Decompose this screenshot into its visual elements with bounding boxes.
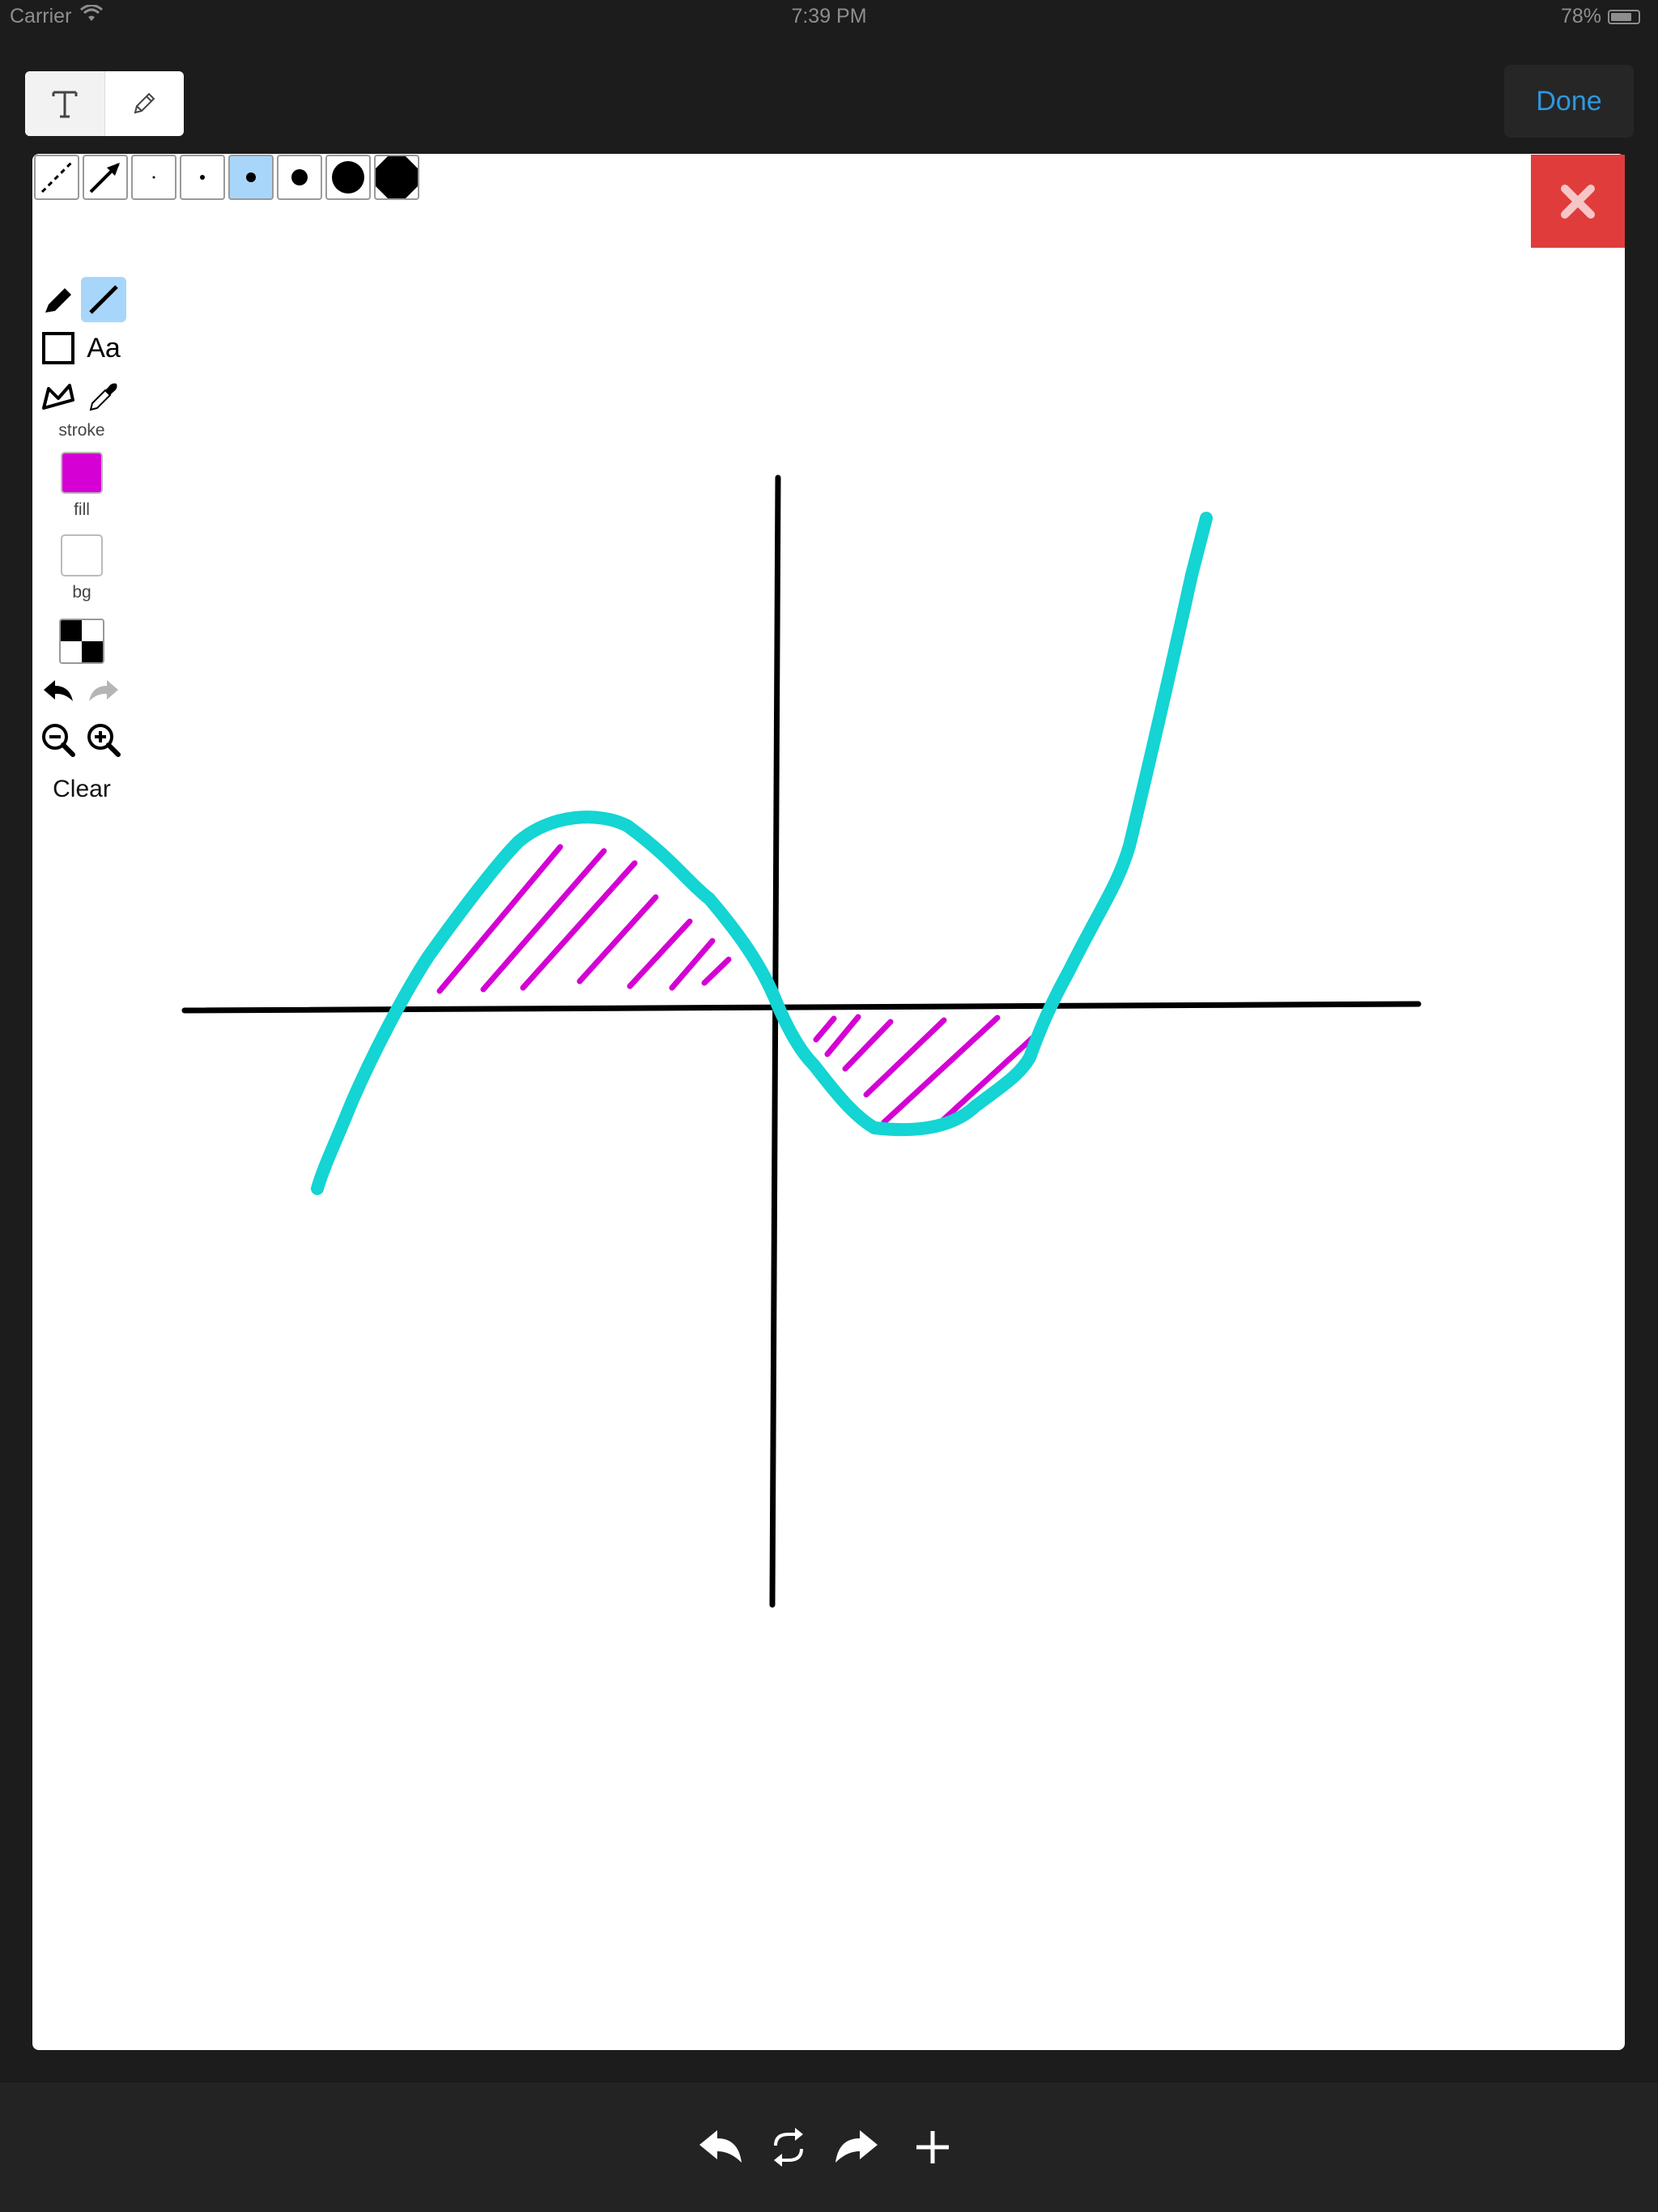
checkerboard-icon [61, 620, 103, 662]
stroke-label: stroke [58, 421, 105, 440]
battery-icon [1608, 9, 1640, 24]
size-xlarge-option[interactable] [325, 155, 371, 200]
drawing-layer[interactable] [32, 154, 1625, 2050]
drawing-canvas[interactable] [32, 154, 1625, 2050]
rectangle-tool[interactable] [36, 325, 81, 371]
text-tool[interactable]: Aa [81, 325, 126, 371]
y-axis-stroke [769, 474, 781, 1608]
stroke-size-bar [34, 155, 423, 200]
close-button[interactable] [1531, 155, 1625, 248]
hatch-strokes [436, 844, 1043, 1125]
pencil-tool-icon [45, 288, 71, 313]
eyedropper-tool[interactable] [81, 374, 126, 419]
bg-color-swatch[interactable] [61, 534, 103, 576]
close-icon [1561, 184, 1595, 219]
undo-icon [699, 2130, 742, 2163]
small-dot-icon [200, 175, 205, 180]
xlarge-dot-icon [332, 161, 364, 194]
polygon-icon [42, 384, 74, 410]
line-tool[interactable] [81, 277, 126, 322]
polygon-tool[interactable] [36, 374, 81, 419]
size-large-option[interactable] [277, 155, 322, 200]
medium-dot-icon [246, 172, 256, 182]
transparency-toggle[interactable] [59, 619, 104, 664]
text-icon [52, 91, 78, 118]
battery-percent: 78% [1560, 5, 1601, 28]
battery-indicator: 78% [1561, 5, 1640, 28]
pencil-tool[interactable] [36, 277, 81, 322]
plus-icon [916, 2131, 949, 2163]
dashed-line-option[interactable] [34, 155, 79, 200]
fill-label: fill [74, 500, 90, 519]
clear-button[interactable]: Clear [36, 776, 128, 803]
canvas-undo-button[interactable] [36, 669, 81, 714]
tool-panel: Aa stroke fill bg Clear [36, 275, 128, 803]
zoom-out-icon [42, 724, 75, 757]
status-time: 7:39 PM [791, 5, 867, 28]
zoom-in-icon [87, 724, 121, 757]
dashed-line-icon [40, 161, 73, 194]
x-axis-stroke [181, 1001, 1422, 1014]
size-medium-option[interactable] [228, 155, 274, 200]
undo-icon [44, 680, 73, 701]
zoom-out-button[interactable] [36, 717, 81, 763]
redo-icon [89, 680, 118, 701]
size-xxlarge-option[interactable] [374, 155, 419, 200]
fill-color-swatch[interactable] [61, 452, 103, 494]
redo-button[interactable] [824, 2115, 889, 2180]
text-mode-button[interactable] [25, 71, 105, 136]
size-tiny-option[interactable] [131, 155, 176, 200]
zoom-in-button[interactable] [81, 717, 126, 763]
redo-icon [835, 2130, 878, 2163]
refresh-icon [774, 2128, 803, 2167]
bottom-toolbar [0, 2082, 1658, 2212]
size-small-option[interactable] [180, 155, 225, 200]
large-dot-icon [291, 169, 308, 185]
refresh-button[interactable] [756, 2115, 821, 2180]
undo-button[interactable] [688, 2115, 753, 2180]
add-button[interactable] [900, 2115, 965, 2180]
xxlarge-dot-icon [376, 156, 418, 198]
tiny-dot-icon [152, 176, 155, 179]
mode-segmented-control [25, 71, 184, 136]
pencil-icon [134, 92, 155, 114]
status-bar: Carrier 7:39 PM 78% [0, 0, 1658, 32]
done-button[interactable]: Done [1504, 65, 1634, 138]
canvas-redo-button[interactable] [81, 669, 126, 714]
text-tool-label: Aa [87, 332, 121, 364]
arrow-option[interactable] [83, 155, 128, 200]
rectangle-icon [42, 332, 74, 364]
draw-mode-button[interactable] [105, 71, 185, 136]
line-tool-icon [89, 285, 118, 314]
eyedropper-icon [89, 383, 117, 411]
curve-stroke [311, 512, 1213, 1195]
bg-label: bg [72, 583, 91, 602]
arrow-icon [89, 163, 120, 194]
